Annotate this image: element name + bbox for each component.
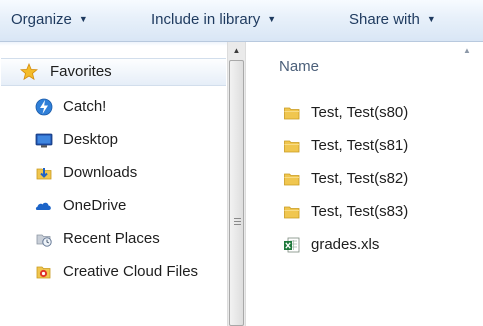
star-icon [20, 63, 38, 81]
column-header-name[interactable]: Name [279, 58, 319, 75]
nav-item-label: Recent Places [63, 230, 160, 247]
pane-divider [0, 42, 227, 46]
include-in-library-button[interactable]: Include in library ▼ [151, 9, 276, 31]
file-name: Test, Test(s80) [311, 104, 409, 121]
include-in-library-label: Include in library [151, 11, 261, 28]
scrollbar-thumb[interactable] [229, 60, 244, 326]
organize-label: Organize [11, 11, 72, 28]
file-name: Test, Test(s83) [311, 203, 409, 220]
nav-item-downloads[interactable]: Downloads [0, 161, 226, 185]
nav-item-label: Downloads [63, 164, 138, 181]
downloads-icon [36, 168, 52, 180]
organize-button[interactable]: Organize ▼ [11, 9, 88, 31]
file-name: grades.xls [311, 236, 380, 253]
onedrive-icon [35, 202, 51, 210]
chevron-down-icon: ▼ [426, 14, 436, 25]
nav-item-label: Catch! [63, 98, 107, 115]
nav-item-label: Desktop [63, 131, 119, 148]
folder-icon [284, 206, 300, 219]
folder-icon [284, 140, 300, 153]
nav-item-onedrive[interactable]: OneDrive [0, 194, 226, 218]
creative-cloud-icon [36, 266, 51, 279]
file-name: Test, Test(s81) [311, 137, 409, 154]
nav-item-creative-cloud-files[interactable]: Creative Cloud Files [0, 260, 226, 284]
nav-item-desktop[interactable]: Desktop [0, 128, 226, 152]
grip-line [234, 221, 241, 222]
nav-item-label: OneDrive [63, 197, 127, 214]
navigation-scrollbar[interactable]: ▲ [227, 42, 246, 326]
desktop-icon [35, 133, 53, 148]
nav-item-recent-places[interactable]: Recent Places [0, 227, 226, 251]
share-with-label: Share with [349, 11, 420, 28]
chevron-down-icon: ▼ [267, 14, 277, 25]
nav-favorites[interactable]: Favorites [0, 60, 226, 84]
file-list-pane: Name ▲ Test, Test(s80) Test, Test(s81) T… [246, 42, 483, 326]
command-toolbar: Organize ▼ Include in library ▼ Share with… [0, 0, 483, 42]
grip-line [234, 224, 241, 225]
nav-favorites-label: Favorites [50, 63, 112, 80]
chevron-down-icon: ▼ [78, 14, 88, 25]
grip-line [234, 218, 241, 219]
folder-icon [284, 173, 300, 186]
scroll-up-icon[interactable]: ▲ [228, 42, 245, 59]
nav-item-label: Creative Cloud Files [63, 263, 199, 280]
recent-places-icon [36, 234, 52, 247]
catch-icon [35, 98, 53, 116]
excel-file-icon [284, 237, 300, 253]
folder-icon [284, 107, 300, 120]
sort-ascending-icon: ▲ [463, 46, 471, 55]
nav-item-catch[interactable]: Catch! [0, 95, 226, 119]
share-with-button[interactable]: Share with ▼ [349, 9, 436, 31]
navigation-pane: Favorites Catch! Desktop Downloads OneDr… [0, 42, 227, 326]
file-name: Test, Test(s82) [311, 170, 409, 187]
